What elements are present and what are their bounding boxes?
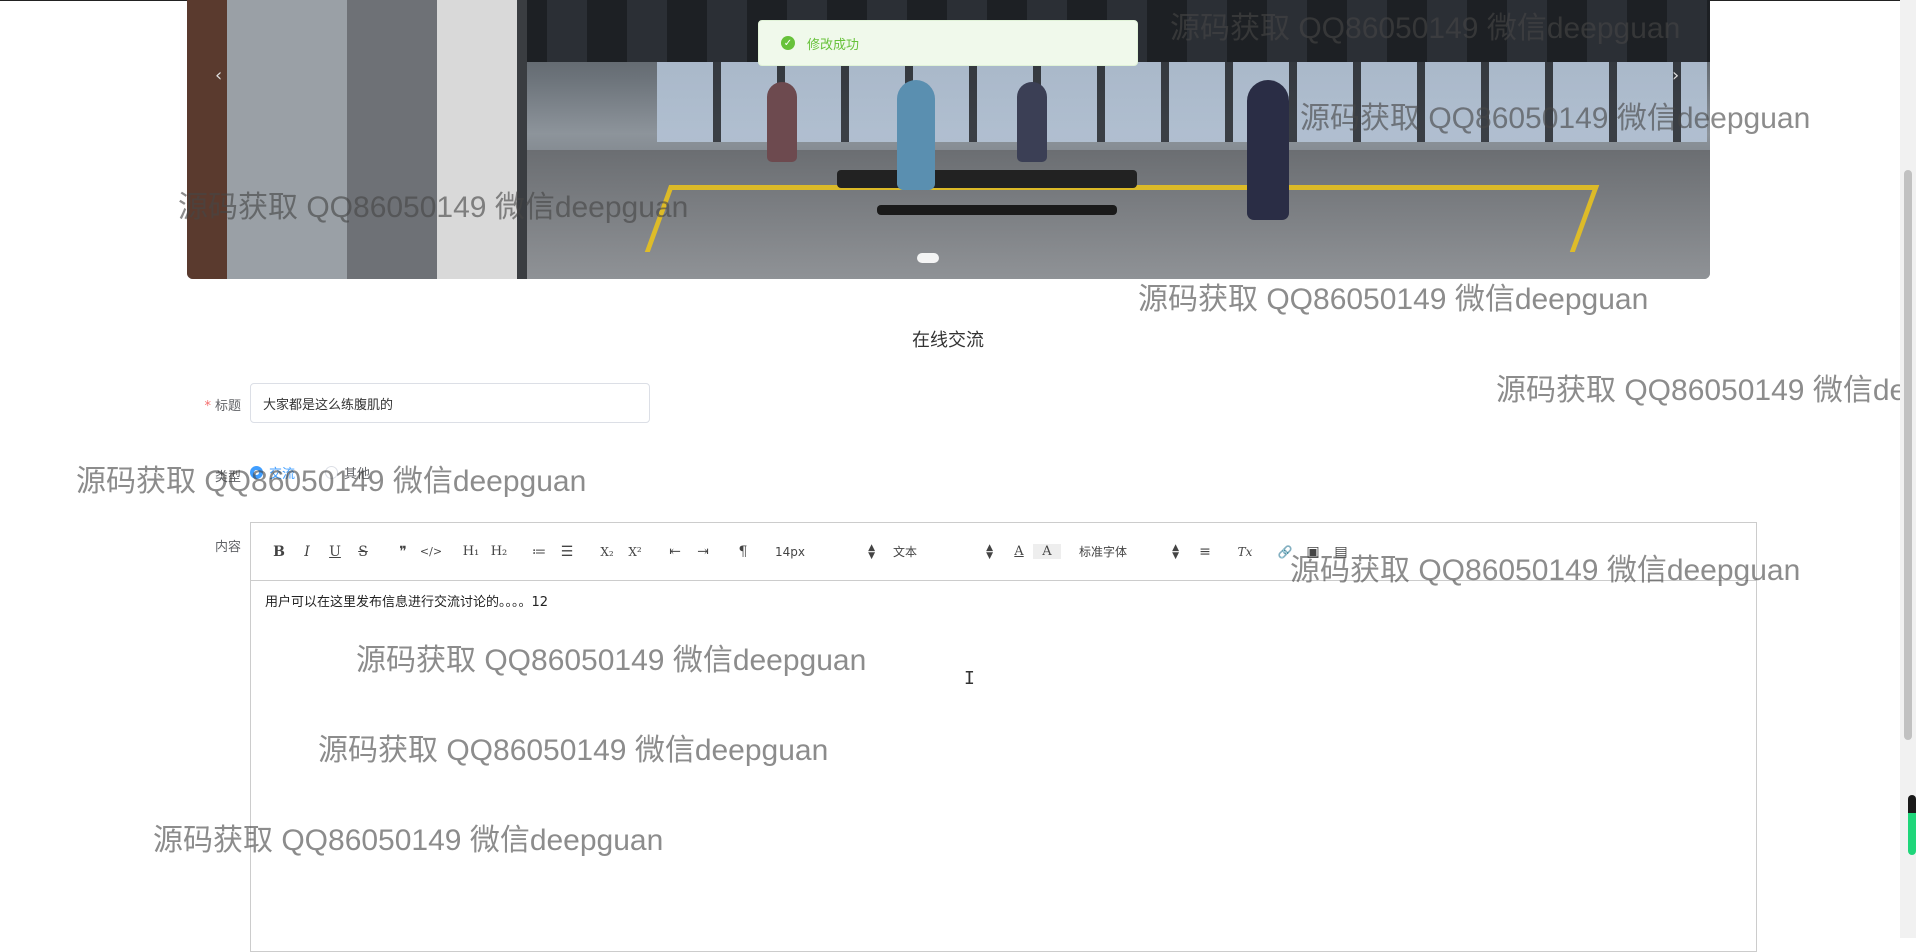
success-toast: ✓ 修改成功: [758, 20, 1138, 66]
blockquote-button[interactable]: ❞: [389, 544, 417, 560]
text-direction-button[interactable]: ¶: [729, 544, 757, 560]
clear-format-button[interactable]: Tx: [1231, 545, 1259, 559]
chevron-updown-icon: ▲ ▼: [986, 542, 993, 561]
editor-paragraph: 用户可以在这里发布信息进行交流讨论的。。。。12: [265, 595, 549, 610]
font-size-value: 14px: [775, 544, 805, 559]
bullet-list-button[interactable]: ☰: [553, 544, 581, 560]
video-button[interactable]: ▤: [1327, 544, 1355, 560]
chevron-left-icon[interactable]: ‹: [215, 65, 222, 86]
italic-button[interactable]: I: [293, 544, 321, 560]
content-label: 内容: [214, 540, 241, 555]
font-color-button[interactable]: A: [1005, 544, 1033, 559]
outdent-button[interactable]: ⇤: [661, 544, 689, 560]
check-circle-icon: ✓: [781, 36, 795, 50]
type-radio-exchange[interactable]: 交流: [250, 463, 295, 482]
watermark: 源码获取 QQ86050149 微信deepguan: [1496, 374, 1900, 407]
editor-toolbar: B I U S ❞ </> H₁ H₂ ≔ ☰ X₂ X² ⇤ ⇥ ¶ 14px…: [251, 523, 1756, 581]
radio-checked-icon: [250, 466, 263, 479]
text-cursor-icon: I: [964, 668, 975, 689]
chevron-right-icon[interactable]: ›: [1672, 65, 1679, 86]
header1-button[interactable]: H₁: [457, 544, 485, 559]
title-label-text: 标题: [214, 399, 241, 414]
carousel-indicators: [917, 253, 939, 263]
radio-label: 其他: [344, 467, 371, 482]
align-button[interactable]: ≡: [1191, 544, 1219, 560]
type-radio-group: 交流 其他: [250, 463, 370, 482]
scrollbar-thumb[interactable]: [1904, 170, 1912, 740]
font-family-value: 标准字体: [1079, 545, 1128, 559]
page-title: 在线交流: [912, 330, 984, 351]
rich-text-editor: B I U S ❞ </> H₁ H₂ ≔ ☰ X₂ X² ⇤ ⇥ ¶ 14px…: [250, 522, 1757, 952]
code-block-button[interactable]: </>: [417, 545, 445, 558]
background-color-button[interactable]: A: [1033, 544, 1061, 559]
strike-button[interactable]: S: [349, 544, 377, 560]
chevron-updown-icon: ▲ ▼: [1172, 542, 1179, 561]
font-size-picker[interactable]: 14px ▲ ▼: [775, 542, 875, 561]
radio-label: 交流: [269, 467, 296, 482]
carousel-indicator-active[interactable]: [917, 253, 939, 263]
ordered-list-button[interactable]: ≔: [525, 544, 553, 560]
subscript-button[interactable]: X₂: [593, 545, 621, 559]
link-button[interactable]: 🔗: [1271, 545, 1299, 559]
required-mark: *: [204, 399, 211, 414]
underline-button[interactable]: U: [321, 544, 349, 560]
editor-content[interactable]: 用户可以在这里发布信息进行交流讨论的。。。。12: [251, 581, 1756, 620]
carousel-image-bench: [837, 170, 1137, 188]
watermark: 源码获取 QQ86050149 微信deepguan: [1138, 283, 1649, 316]
indent-button[interactable]: ⇥: [689, 544, 717, 560]
header2-button[interactable]: H₂: [485, 544, 513, 559]
carousel-image-person: [897, 80, 935, 190]
bold-button[interactable]: B: [265, 544, 293, 560]
toast-message: 修改成功: [807, 37, 860, 53]
radio-unchecked-icon: [325, 466, 339, 479]
carousel-image-windows: [657, 62, 1707, 142]
chevron-updown-icon: ▲ ▼: [868, 542, 875, 561]
type-radio-other[interactable]: 其他: [325, 463, 370, 482]
carousel-image-floor-line: [644, 185, 1600, 252]
carousel-image-person: [767, 82, 797, 162]
superscript-button[interactable]: X²: [621, 545, 649, 559]
carousel-image-person: [1247, 80, 1289, 220]
side-widget[interactable]: [1908, 795, 1916, 855]
carousel-image-left-panel: [187, 0, 527, 279]
carousel-image-bench-base: [877, 205, 1117, 215]
title-input[interactable]: [250, 383, 650, 423]
carousel-image-person: [1017, 82, 1047, 162]
header-value: 文本: [893, 545, 918, 559]
header-picker[interactable]: 文本 ▲ ▼: [893, 543, 993, 560]
title-label: * 标题: [161, 395, 241, 414]
font-family-picker[interactable]: 标准字体 ▲ ▼: [1079, 543, 1179, 560]
image-button[interactable]: ▣: [1299, 544, 1327, 560]
type-label: 类型: [214, 470, 241, 485]
